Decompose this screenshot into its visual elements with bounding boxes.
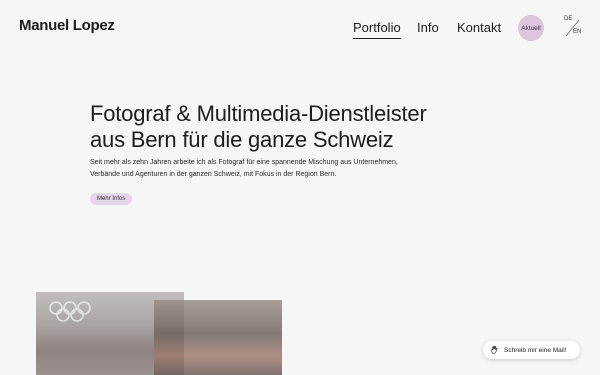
language-switcher: DE EN (562, 16, 582, 38)
waving-hand-icon (491, 345, 498, 354)
hero-title-line2: aus Bern für die ganze Schweiz (90, 127, 394, 152)
olympic-rings-icon (49, 301, 91, 322)
hero-title-line1: Fotograf & Multimedia-Dienstleister (90, 101, 427, 126)
nav-info[interactable]: Info (417, 20, 439, 35)
aktuell-label: Aktuell (521, 24, 541, 32)
hero-description: Seit mehr als zehn Jahren arbeite ich al… (90, 157, 430, 181)
mehr-infos-button[interactable]: Mehr Infos (90, 193, 133, 205)
lang-de[interactable]: DE (564, 16, 572, 22)
nav-kontakt[interactable]: Kontakt (457, 20, 501, 35)
site-header: Manuel Lopez Portfolio Info Kontakt Aktu… (0, 0, 600, 55)
hero-text-line1: Seit mehr als zehn Jahren arbeite ich al… (90, 159, 398, 166)
aktuell-button[interactable]: Aktuell (518, 15, 544, 41)
hero-text-line2: Verbände und Agenturen in der ganzen Sch… (90, 171, 337, 178)
site-logo[interactable]: Manuel Lopez (19, 17, 115, 34)
lang-en[interactable]: EN (573, 29, 581, 35)
hero-title: Fotograf & Multimedia-Dienstleister aus … (90, 101, 510, 153)
nav-portfolio[interactable]: Portfolio (353, 20, 401, 39)
portfolio-photo[interactable] (154, 300, 282, 375)
mail-button[interactable]: Schreib mir eine Mail! (483, 341, 580, 359)
mail-button-label: Schreib mir eine Mail! (504, 346, 567, 354)
